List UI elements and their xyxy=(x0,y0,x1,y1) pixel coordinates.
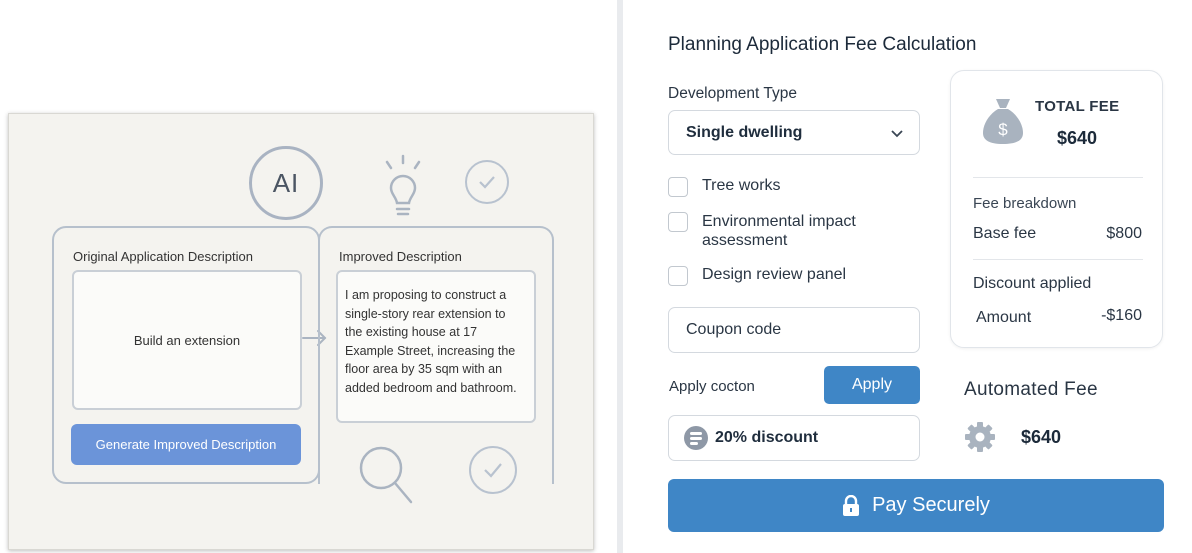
development-type-label: Development Type xyxy=(668,85,797,102)
ai-badge-label: AI xyxy=(272,167,300,198)
base-fee-label: Base fee xyxy=(973,225,1037,242)
lock-icon xyxy=(843,494,860,516)
automated-fee-label: Automated Fee xyxy=(964,379,1098,400)
coupon-code-input[interactable] xyxy=(668,307,920,353)
fee-summary-card: $ TOTAL FEE $640 Fee breakdown Base fee … xyxy=(950,70,1163,348)
automated-fee-value: $640 xyxy=(1021,427,1062,447)
discount-amount-value: -$160 xyxy=(1101,307,1142,324)
apply-button[interactable]: Apply xyxy=(824,366,920,404)
pay-securely-label: Pay Securely xyxy=(872,494,990,516)
gear-icon xyxy=(965,422,995,452)
option-label: Environmental impact assessment xyxy=(702,213,856,249)
pay-securely-button[interactable]: Pay Securely xyxy=(668,479,1164,532)
apply-coupon-label: Apply cocton xyxy=(669,378,755,395)
option-tree-works[interactable]: Tree works xyxy=(668,177,781,197)
improved-description-title: Improved Description xyxy=(339,249,462,264)
chevron-down-icon xyxy=(891,130,903,138)
page-title: Planning Application Fee Calculation xyxy=(668,34,977,55)
option-environmental-impact[interactable]: Environmental impact assessment xyxy=(668,212,902,250)
divider xyxy=(973,259,1143,260)
checkbox[interactable] xyxy=(668,177,688,197)
discount-badge: 20% discount xyxy=(668,415,920,461)
generate-improved-description-button[interactable]: Generate Improved Description xyxy=(71,424,301,465)
option-label: Design review panel xyxy=(702,266,847,283)
improved-description-text[interactable]: I am proposing to construct a single-sto… xyxy=(336,270,536,423)
total-fee-label: TOTAL FEE xyxy=(1035,98,1120,115)
divider xyxy=(973,177,1143,178)
money-bag-icon: $ xyxy=(983,99,1023,144)
development-type-value: Single dwelling xyxy=(686,123,803,141)
original-description-title: Original Application Description xyxy=(73,249,253,264)
check-circle-icon xyxy=(469,446,517,494)
checkbox[interactable] xyxy=(668,212,688,232)
discount-amount-label: Amount xyxy=(976,309,1032,326)
check-circle-icon xyxy=(465,160,509,204)
fee-calculation-panel: Planning Application Fee Calculation Dev… xyxy=(617,0,1192,553)
svg-text:$: $ xyxy=(998,120,1008,139)
brain-ai-icon: AI xyxy=(249,146,323,220)
coupon-tag-icon xyxy=(684,426,708,450)
option-label: Tree works xyxy=(702,177,781,194)
discount-text: 20% discount xyxy=(715,429,819,446)
checkbox[interactable] xyxy=(668,266,688,286)
original-description-text[interactable]: Build an extension xyxy=(72,270,302,410)
total-fee-value: $640 xyxy=(1057,128,1098,148)
ai-description-panel: AI Original Application Description Buil… xyxy=(8,113,594,550)
development-type-select[interactable]: Single dwelling xyxy=(668,110,920,155)
discount-applied-label: Discount applied xyxy=(973,275,1092,292)
magnifier-icon xyxy=(359,446,413,504)
lightbulb-icon xyxy=(385,154,421,216)
base-fee-value: $800 xyxy=(1106,225,1142,242)
fee-breakdown-label: Fee breakdown xyxy=(973,195,1077,212)
option-design-review[interactable]: Design review panel xyxy=(668,266,846,286)
